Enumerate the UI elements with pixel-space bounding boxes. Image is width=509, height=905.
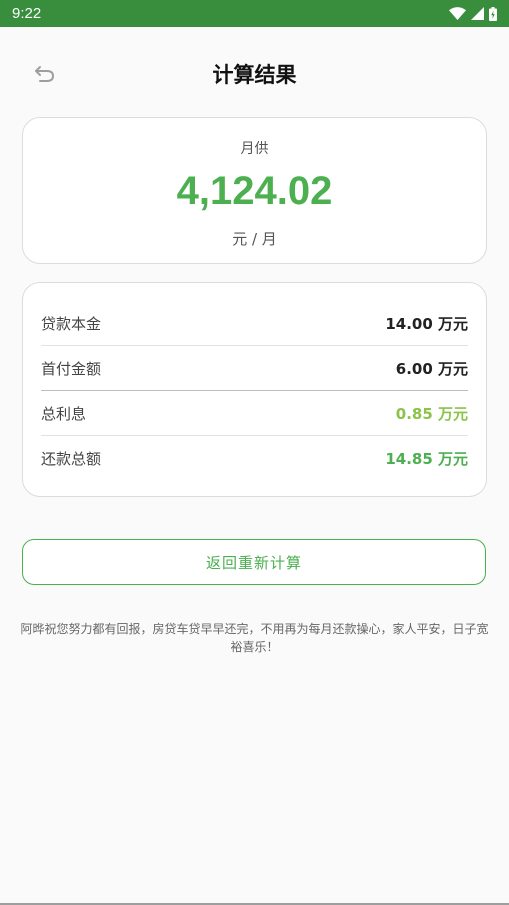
down-payment-value: 6.00 万元 — [395, 359, 468, 378]
loan-details-card: 贷款本金 14.00 万元 首付金额 6.00 万元 总利息 0.85 万元 还… — [22, 282, 487, 497]
status-bar: 9:22 — [0, 0, 509, 27]
monthly-payment-card: 月供 4,124.02 元 / 月 — [22, 117, 487, 264]
signal-icon — [471, 7, 484, 20]
monthly-payment-value: 4,124.02 — [176, 169, 333, 213]
down-payment-label: 首付金额 — [41, 359, 102, 378]
total-repayment-label: 还款总额 — [41, 450, 102, 468]
detail-row-principal: 贷款本金 14.00 万元 — [41, 301, 468, 346]
page-title: 计算结果 — [212, 63, 297, 87]
principal-label: 贷款本金 — [41, 314, 102, 333]
status-icons — [449, 6, 497, 21]
monthly-payment-unit: 元 / 月 — [232, 230, 277, 248]
recalculate-button[interactable]: 返回重新计算 — [22, 539, 486, 585]
monthly-payment-label: 月供 — [240, 141, 269, 157]
principal-value: 14.00 万元 — [385, 314, 468, 333]
detail-row-total-interest: 总利息 0.85 万元 — [41, 391, 468, 436]
total-interest-value: 0.85 万元 — [395, 404, 468, 423]
wifi-icon — [449, 7, 466, 20]
total-interest-label: 总利息 — [41, 404, 87, 423]
battery-icon — [489, 6, 497, 21]
detail-row-down-payment: 首付金额 6.00 万元 — [41, 346, 468, 391]
total-repayment-value: 14.85 万元 — [385, 450, 468, 468]
blessing-text: 阿晔祝您努力都有回报，房贷车贷早早还完，不用再为每月还款操心，家人平安，日子宽裕… — [20, 622, 489, 654]
status-time: 9:22 — [12, 5, 42, 22]
detail-row-total-repayment: 还款总额 14.85 万元 — [41, 436, 468, 481]
header: 计算结果 — [0, 27, 509, 119]
